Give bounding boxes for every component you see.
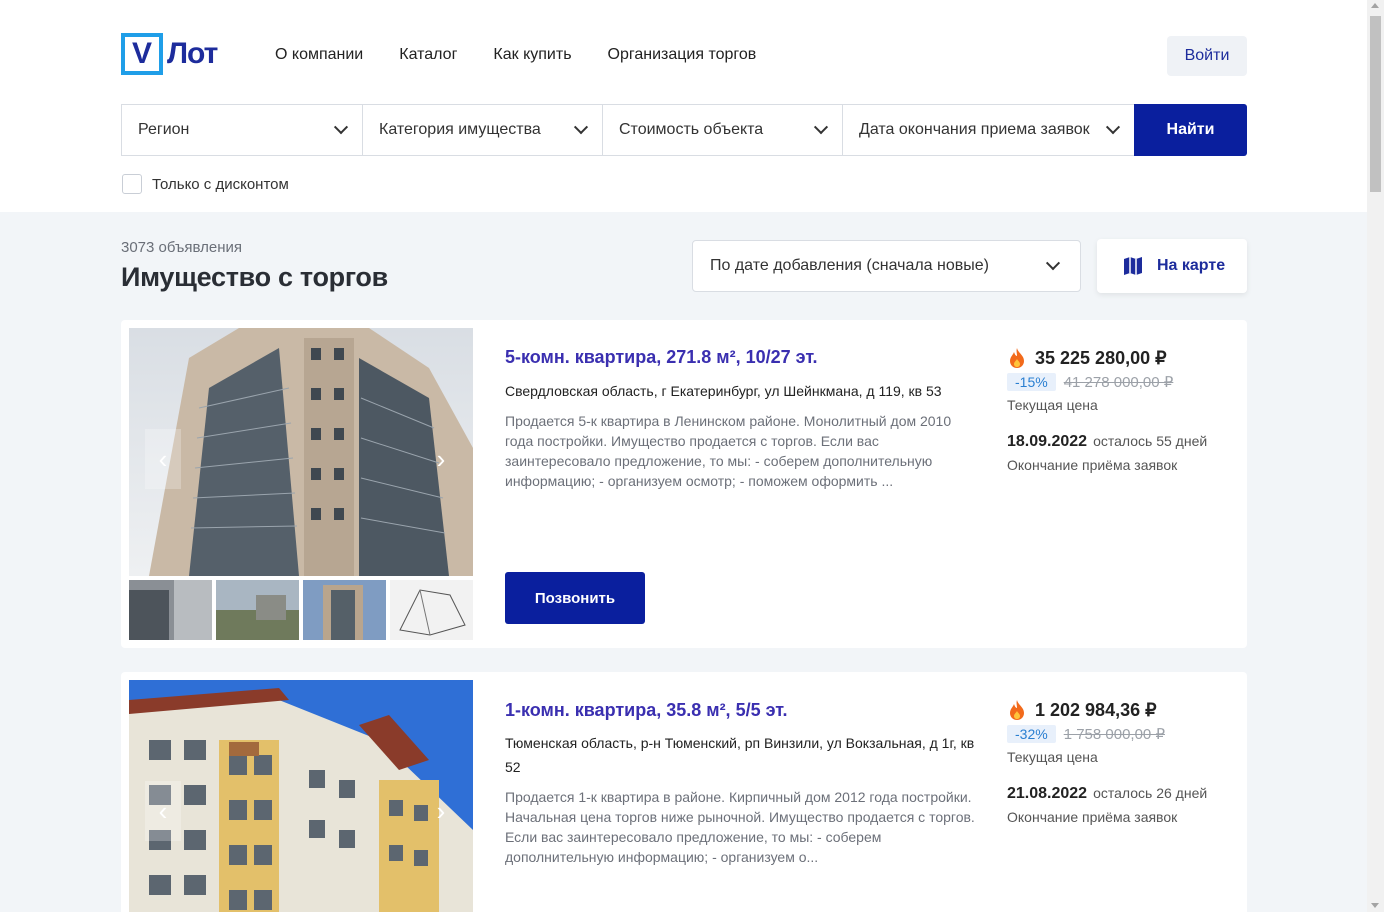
thumbnail[interactable]: [129, 580, 212, 640]
discount-row: -32% 1 758 000,00 ₽: [1007, 725, 1165, 743]
end-date-caption: Окончание приёма заявок: [1007, 457, 1178, 473]
listing-title[interactable]: 1-комн. квартира, 35.8 м², 5/5 эт.: [505, 700, 788, 721]
price-value: 35 225 280,00 ₽: [1035, 347, 1167, 368]
map-button[interactable]: На карте: [1097, 239, 1247, 293]
thumbnail[interactable]: [216, 580, 299, 640]
listing-description: Продается 1-к квартира в районе. Кирпичн…: [505, 789, 975, 865]
listing-address: Тюменская область, р-н Тюменский, рп Вин…: [505, 735, 975, 775]
category-select[interactable]: Категория имущества: [362, 104, 602, 156]
price-caption: Текущая цена: [1007, 749, 1098, 765]
login-button[interactable]: Войти: [1167, 36, 1247, 76]
current-price: 1 202 984,36 ₽: [1007, 699, 1157, 721]
listing-description: Продается 5-к квартира в Ленинском район…: [505, 413, 952, 489]
fire-icon: [1010, 348, 1024, 368]
logo-mark: V: [121, 33, 163, 75]
site-header: V Лот О компании Каталог Как купить Орга…: [0, 0, 1367, 212]
fire-icon: [1010, 700, 1024, 720]
listing-photo[interactable]: ‹ ›: [129, 680, 473, 912]
listing-title[interactable]: 5-комн. квартира, 271.8 м², 10/27 эт.: [505, 347, 818, 368]
listing-card[interactable]: ‹ › 1-комн. квартира, 35.8 м², 5/5 эт. Т…: [121, 672, 1247, 912]
end-date-value: 21.08.2022: [1007, 785, 1088, 802]
call-button[interactable]: Позвонить: [505, 572, 645, 624]
discount-checkbox[interactable]: [122, 174, 142, 194]
nav-auction-organization[interactable]: Организация торгов: [608, 46, 757, 64]
end-date-label: Дата окончания приема заявок: [859, 121, 1090, 138]
discount-badge: -32%: [1007, 725, 1056, 743]
end-date-caption: Окончание приёма заявок: [1007, 809, 1178, 825]
chevron-down-icon: [813, 120, 829, 135]
price-select[interactable]: Стоимость объекта: [602, 104, 842, 156]
next-photo-button[interactable]: ›: [423, 429, 459, 489]
search-filters: Регион Категория имущества Стоимость объ…: [121, 104, 1247, 156]
map-icon: [1124, 257, 1142, 275]
end-date-value: 18.09.2022: [1007, 433, 1088, 450]
listing-photo[interactable]: ‹ ›: [129, 328, 473, 576]
region-label: Регион: [138, 121, 190, 138]
thumbnail[interactable]: [390, 580, 473, 640]
scroll-up-arrow-icon[interactable]: [1371, 3, 1379, 8]
chevron-down-icon: [1105, 120, 1121, 135]
listing-address: Свердловская область, г Екатеринбург, ул…: [505, 383, 942, 399]
nav-catalog[interactable]: Каталог: [399, 46, 457, 64]
nav-how-to-buy[interactable]: Как купить: [493, 46, 571, 64]
days-left: осталось 55 дней: [1093, 433, 1208, 449]
end-date: 21.08.2022 осталось 26 дней: [1007, 785, 1207, 803]
discount-label: Только с дисконтом: [152, 175, 289, 193]
old-price: 41 278 000,00 ₽: [1063, 374, 1174, 391]
results-count: 3073 объявления: [121, 239, 242, 256]
price-label: Стоимость объекта: [619, 121, 764, 138]
price-value: 1 202 984,36 ₽: [1035, 699, 1157, 720]
search-button[interactable]: Найти: [1134, 104, 1247, 156]
chevron-down-icon: [333, 120, 349, 135]
discount-badge: -15%: [1007, 373, 1056, 391]
next-photo-button[interactable]: ›: [423, 781, 459, 841]
discount-only-filter[interactable]: Только с дисконтом: [122, 174, 289, 194]
logo-letter: V: [131, 37, 152, 70]
prev-photo-button[interactable]: ‹: [145, 429, 181, 489]
price-caption: Текущая цена: [1007, 397, 1098, 413]
map-label: На карте: [1157, 257, 1226, 274]
listing-card[interactable]: ‹ › 5-комн. квартира, 271.8 м², 10/27 эт…: [121, 320, 1247, 648]
scroll-down-arrow-icon[interactable]: [1371, 903, 1379, 908]
sort-label: По дате добавления (сначала новые): [710, 257, 989, 274]
end-date-select[interactable]: Дата окончания приема заявок: [842, 104, 1134, 156]
chevron-down-icon: [1045, 256, 1061, 271]
main-nav: О компании Каталог Как купить Организаци…: [275, 46, 756, 64]
days-left: осталось 26 дней: [1093, 785, 1208, 801]
region-select[interactable]: Регион: [121, 104, 362, 156]
category-label: Категория имущества: [379, 121, 541, 138]
current-price: 35 225 280,00 ₽: [1007, 347, 1167, 369]
photo-thumbnails: [129, 580, 473, 640]
logo[interactable]: V Лот: [121, 33, 218, 75]
chevron-down-icon: [573, 120, 589, 135]
end-date: 18.09.2022 осталось 55 дней: [1007, 433, 1207, 451]
discount-row: -15% 41 278 000,00 ₽: [1007, 373, 1173, 391]
thumbnail[interactable]: [303, 580, 386, 640]
logo-text: Лот: [167, 37, 218, 70]
sort-select[interactable]: По дате добавления (сначала новые): [692, 240, 1081, 292]
page-title: Имущество с торгов: [121, 262, 388, 292]
old-price: 1 758 000,00 ₽: [1063, 726, 1165, 743]
nav-about[interactable]: О компании: [275, 46, 363, 64]
scrollbar-thumb[interactable]: [1370, 16, 1381, 192]
prev-photo-button[interactable]: ‹: [145, 781, 181, 841]
